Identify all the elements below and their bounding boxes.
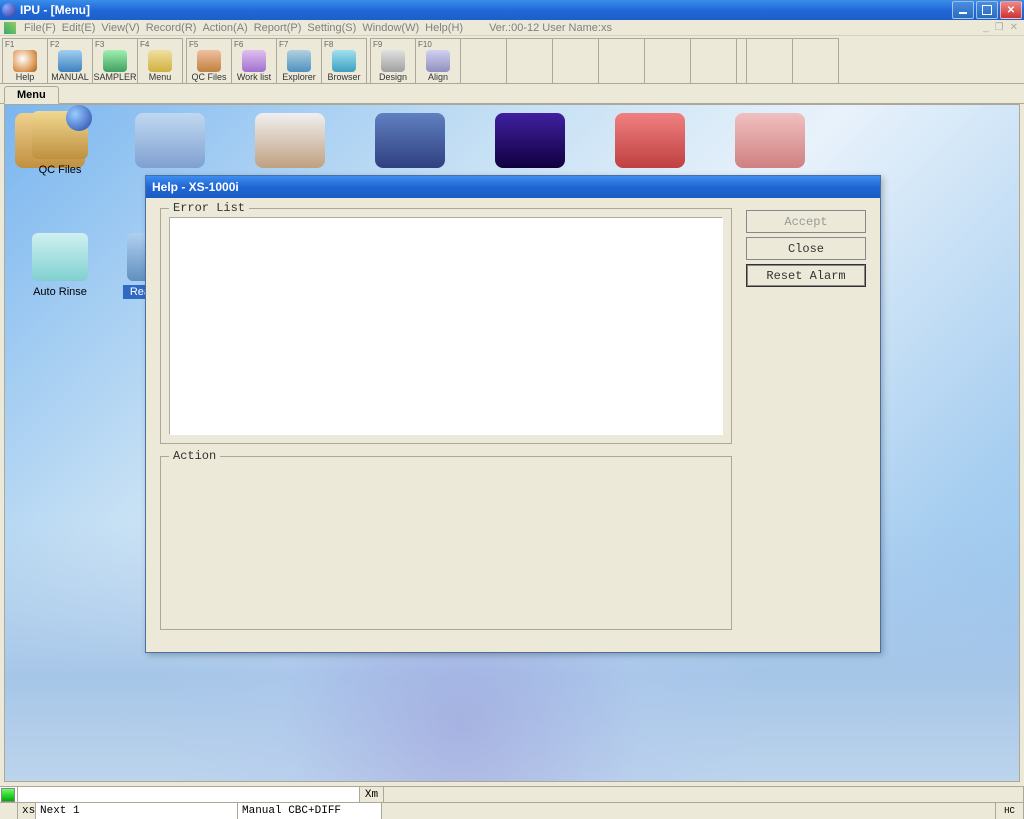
error-list-group: Error List bbox=[160, 208, 732, 444]
toolbar-empty bbox=[599, 38, 645, 84]
action-group: Action bbox=[160, 456, 732, 630]
design-icon bbox=[381, 50, 405, 72]
toolbar-empty bbox=[507, 38, 553, 84]
dialog-title: Help - XS-1000i bbox=[152, 180, 239, 194]
error-list-box[interactable] bbox=[169, 217, 723, 435]
toolbar-empty bbox=[747, 38, 793, 84]
align-icon bbox=[426, 50, 450, 72]
toolbar-sampler[interactable]: F3 SAMPLER bbox=[92, 38, 138, 84]
toolbar-help[interactable]: F1 Help bbox=[2, 38, 48, 84]
desktop-icon-row bbox=[15, 113, 1009, 173]
toolbar-qcfiles[interactable]: F5 QC Files bbox=[186, 38, 232, 84]
mdi-child-buttons: _ ❐ ✕ bbox=[981, 22, 1020, 33]
toolbar: F1 Help F2 MANUAL F3 SAMPLER F4 Menu F5 … bbox=[0, 36, 1024, 84]
menu-grid-icon bbox=[148, 50, 172, 72]
mdi-close-icon[interactable]: ✕ bbox=[1008, 22, 1020, 33]
help-dialog: Help - XS-1000i Error List Action Accept… bbox=[145, 175, 881, 653]
reset-alarm-button[interactable]: Reset Alarm bbox=[746, 264, 866, 287]
menu-edit[interactable]: Edit(E) bbox=[62, 22, 96, 34]
help-icon bbox=[13, 50, 37, 72]
menu-icon bbox=[4, 22, 16, 34]
menubar: File(F) Edit(E) View(V) Record(R) Action… bbox=[0, 20, 1024, 36]
menu-view[interactable]: View(V) bbox=[101, 22, 139, 34]
status-icon-slot bbox=[0, 803, 18, 819]
dialog-titlebar[interactable]: Help - XS-1000i bbox=[146, 176, 880, 198]
menu-action[interactable]: Action(A) bbox=[202, 22, 247, 34]
menu-report[interactable]: Report(P) bbox=[254, 22, 302, 34]
graph-globe-icon[interactable] bbox=[135, 113, 205, 168]
mdi-restore-icon[interactable]: ❐ bbox=[993, 22, 1006, 33]
toolbar-design[interactable]: F9 Design bbox=[370, 38, 416, 84]
main-titlebar: IPU - [Menu] bbox=[0, 0, 1024, 20]
menu-help[interactable]: Help(H) bbox=[425, 22, 463, 34]
rack-icon[interactable] bbox=[735, 113, 805, 168]
tab-menu[interactable]: Menu bbox=[4, 86, 59, 104]
error-list-label: Error List bbox=[169, 201, 249, 215]
toolbar-browser[interactable]: F8 Browser bbox=[321, 38, 367, 84]
rinse-icon bbox=[32, 233, 88, 281]
status-blank-2 bbox=[384, 787, 1024, 802]
sampler-icon bbox=[103, 50, 127, 72]
toolbar-empty bbox=[645, 38, 691, 84]
desktop-qc-files[interactable]: QC Files bbox=[25, 111, 95, 177]
desktop-auto-rinse[interactable]: Auto Rinse bbox=[25, 233, 95, 299]
toolbar-empty bbox=[461, 38, 507, 84]
minimize-button[interactable] bbox=[952, 1, 974, 19]
worklist-icon bbox=[242, 50, 266, 72]
qcfiles-icon bbox=[197, 50, 221, 72]
manual-icon bbox=[58, 50, 82, 72]
status-next: Next 1 bbox=[36, 803, 238, 819]
close-dialog-button[interactable]: Close bbox=[746, 237, 866, 260]
toolbar-empty bbox=[691, 38, 737, 84]
status-hc: HC bbox=[996, 803, 1024, 819]
status-blank-3 bbox=[382, 803, 996, 819]
toolbar-align[interactable]: F10 Align bbox=[415, 38, 461, 84]
version-label: Ver.:00-12 User Name:xs bbox=[489, 22, 612, 34]
toolbar-empty bbox=[553, 38, 599, 84]
clipboard-search-icon[interactable] bbox=[375, 113, 445, 168]
mdi-minimize-icon[interactable]: _ bbox=[981, 22, 991, 33]
led-icon bbox=[1, 788, 15, 802]
workspace: QC Files Auto Rinse Reag Help - XS-1000i… bbox=[4, 104, 1020, 782]
toolbar-empty bbox=[793, 38, 839, 84]
status-bar: Xm xs Next 1 Manual CBC+DIFF HC bbox=[0, 786, 1024, 819]
chef-tube-icon[interactable] bbox=[615, 113, 685, 168]
app-title: IPU - [Menu] bbox=[20, 3, 952, 17]
menu-record[interactable]: Record(R) bbox=[146, 22, 197, 34]
browser-icon bbox=[332, 50, 356, 72]
toolbar-worklist[interactable]: F6 Work list bbox=[231, 38, 277, 84]
toolbar-explorer[interactable]: F7 Explorer bbox=[276, 38, 322, 84]
status-xm: Xm bbox=[360, 787, 384, 802]
menu-setting[interactable]: Setting(S) bbox=[307, 22, 356, 34]
menu-window[interactable]: Window(W) bbox=[362, 22, 419, 34]
accept-button[interactable]: Accept bbox=[746, 210, 866, 233]
status-mode: Manual CBC+DIFF bbox=[238, 803, 382, 819]
explorer-icon bbox=[287, 50, 311, 72]
menu-file[interactable]: File(F) bbox=[24, 22, 56, 34]
status-xs: xs bbox=[18, 803, 36, 819]
maximize-button[interactable] bbox=[976, 1, 998, 19]
close-button[interactable] bbox=[1000, 1, 1022, 19]
chef-icon[interactable] bbox=[255, 113, 325, 168]
toolbar-manual[interactable]: F2 MANUAL bbox=[47, 38, 93, 84]
folder-globe-icon bbox=[32, 111, 88, 159]
action-label: Action bbox=[169, 449, 220, 463]
toolbar-menu[interactable]: F4 Menu bbox=[137, 38, 183, 84]
scatter-search-icon[interactable] bbox=[495, 113, 565, 168]
app-icon bbox=[2, 3, 16, 17]
toolbar-empty bbox=[737, 38, 747, 84]
tab-row: Menu bbox=[0, 84, 1024, 104]
status-led bbox=[0, 787, 18, 802]
status-blank-1 bbox=[18, 787, 360, 802]
